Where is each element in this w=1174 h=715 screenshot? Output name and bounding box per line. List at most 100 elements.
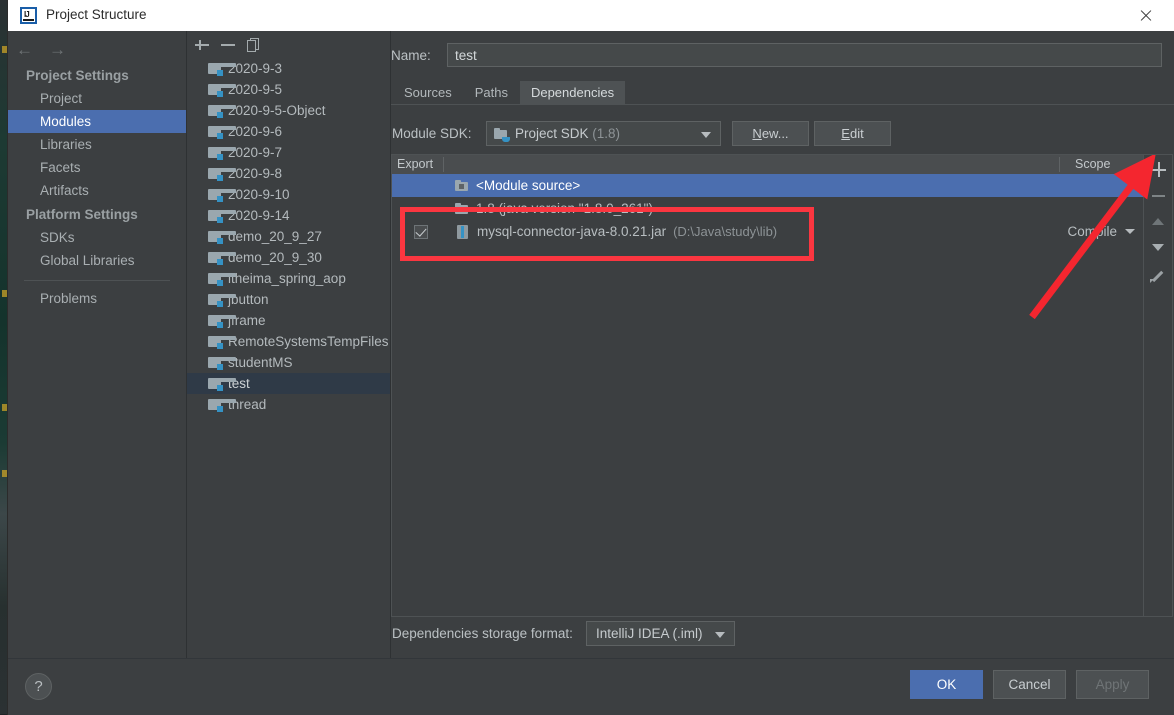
module-item[interactable]: jframe (187, 310, 390, 331)
module-item[interactable]: 2020-9-3 (187, 58, 390, 79)
module-item-label: 2020-9-7 (228, 145, 283, 160)
dependency-scope[interactable]: Compile (1067, 224, 1117, 239)
column-separator[interactable] (1059, 157, 1060, 172)
module-item-label: 2020-9-14 (228, 208, 290, 223)
plus-icon[interactable] (192, 35, 212, 55)
storage-format-value: IntelliJ IDEA (.iml) (596, 626, 703, 641)
ok-button[interactable]: OK (910, 670, 983, 699)
sidebar-item-libraries[interactable]: Libraries (8, 133, 186, 156)
dependencies-table-header: Export Scope (392, 155, 1143, 175)
sidebar-group-project-settings: Project Settings (26, 68, 129, 83)
module-item[interactable]: demo_20_9_27 (187, 226, 390, 247)
tab-sources[interactable]: Sources (393, 81, 463, 104)
module-item-label: jframe (228, 313, 266, 328)
module-sdk-dropdown[interactable]: Project SDK (1.8) (486, 121, 721, 146)
tab-dependencies[interactable]: Dependencies (519, 81, 626, 104)
sidebar-item-facets[interactable]: Facets (8, 156, 186, 179)
module-item-label: test (228, 376, 250, 391)
module-item-label: studentMS (228, 355, 293, 370)
window-title: Project Structure (46, 7, 147, 22)
module-folder-icon (208, 356, 236, 370)
new-sdk-button[interactable]: New... (732, 121, 809, 146)
module-item-label: thread (228, 397, 267, 412)
module-item[interactable]: itheima_spring_aop (187, 268, 390, 289)
table-row-sdk[interactable]: 1.8 (java version "1.8.0_261") (392, 197, 1143, 220)
cancel-button[interactable]: Cancel (993, 670, 1066, 699)
chevron-down-icon[interactable] (1125, 229, 1135, 234)
module-item[interactable]: 2020-9-8 (187, 163, 390, 184)
module-item[interactable]: 2020-9-14 (187, 205, 390, 226)
module-item-label: 2020-9-10 (228, 187, 290, 202)
module-item[interactable]: 2020-9-7 (187, 142, 390, 163)
dependencies-rows: <Module source> 1.8 (java version "1.8.0… (392, 174, 1143, 243)
module-folder-icon (208, 377, 236, 391)
copy-icon[interactable] (244, 35, 264, 55)
sidebar-item-artifacts[interactable]: Artifacts (8, 179, 186, 202)
sidebar-item-project[interactable]: Project (8, 87, 186, 110)
jar-icon (457, 224, 468, 239)
module-item[interactable]: studentMS (187, 352, 390, 373)
module-item-label: RemoteSystemsTempFiles (228, 334, 389, 349)
navigation-arrows: ← → (16, 35, 66, 63)
name-label: Name: (391, 48, 431, 63)
module-item[interactable]: thread (187, 394, 390, 415)
export-checkbox[interactable] (414, 224, 428, 239)
minus-icon[interactable] (218, 35, 238, 55)
module-item-label: demo_20_9_27 (228, 229, 322, 244)
module-folder-icon (208, 62, 236, 76)
sidebar-divider (24, 280, 170, 281)
help-button[interactable]: ? (25, 673, 52, 700)
module-sdk-label: Module SDK: (392, 126, 472, 141)
table-row-jar[interactable]: mysql-connector-java-8.0.21.jar (D:\Java… (392, 220, 1143, 243)
close-icon[interactable] (1124, 0, 1168, 31)
module-folder-icon (208, 146, 236, 160)
module-item[interactable]: 2020-9-6 (187, 121, 390, 142)
table-row-module-source[interactable]: <Module source> (392, 174, 1143, 197)
module-item[interactable]: 2020-9-10 (187, 184, 390, 205)
add-dependency-button[interactable] (1148, 159, 1169, 180)
column-separator[interactable] (443, 157, 444, 172)
move-up-button[interactable] (1148, 211, 1169, 232)
module-sdk-icon (494, 128, 510, 142)
module-list-toolbar (187, 31, 390, 58)
sidebar-item-modules[interactable]: Modules (8, 110, 186, 133)
move-down-button[interactable] (1148, 237, 1169, 258)
column-header-scope[interactable]: Scope (1075, 155, 1110, 174)
module-folder-icon (208, 83, 236, 97)
module-item[interactable]: RemoteSystemsTempFiles (187, 331, 390, 352)
arrow-right-icon[interactable]: → (49, 41, 66, 58)
module-item[interactable]: 2020-9-5 (187, 79, 390, 100)
dependency-path: (D:\Java\study\lib) (673, 224, 778, 239)
module-folder-icon (208, 293, 236, 307)
storage-format-dropdown[interactable]: IntelliJ IDEA (.iml) (586, 621, 735, 646)
module-folder-icon (208, 167, 236, 181)
module-item-label: 2020-9-3 (228, 61, 283, 76)
title-bar: IJ Project Structure (8, 0, 1174, 32)
module-item-label: 2020-9-8 (228, 166, 283, 181)
module-item-test[interactable]: test (187, 373, 390, 394)
detail-tabs: Sources Paths Dependencies (393, 81, 626, 104)
sidebar-item-problems[interactable]: Problems (8, 287, 186, 310)
chevron-down-icon (715, 632, 725, 638)
module-item-label: 2020-9-6 (228, 124, 283, 139)
arrow-left-icon[interactable]: ← (16, 41, 33, 58)
remove-dependency-button[interactable] (1148, 185, 1169, 206)
module-item[interactable]: 2020-9-5-Object (187, 100, 390, 121)
module-item-label: jbutton (228, 292, 269, 307)
project-structure-dialog: IJ Project Structure ← → Project Setting… (8, 0, 1174, 715)
module-item[interactable]: demo_20_9_30 (187, 247, 390, 268)
settings-sidebar: ← → Project Settings Project Modules Lib… (8, 31, 187, 658)
module-name-input[interactable] (447, 43, 1162, 67)
module-folder-icon (208, 104, 236, 118)
sidebar-item-sdks[interactable]: SDKs (8, 226, 186, 249)
tab-paths[interactable]: Paths (463, 81, 519, 104)
module-item[interactable]: jbutton (187, 289, 390, 310)
sidebar-item-global-libraries[interactable]: Global Libraries (8, 249, 186, 272)
apply-button[interactable]: Apply (1076, 670, 1149, 699)
column-header-export[interactable]: Export (397, 155, 433, 174)
edit-sdk-button[interactable]: Edit (814, 121, 891, 146)
edit-dependency-button[interactable] (1148, 265, 1169, 286)
module-folder-icon (208, 272, 236, 286)
sidebar-list: Project Settings Project Modules Librari… (8, 63, 186, 310)
module-folder-icon (208, 335, 236, 349)
